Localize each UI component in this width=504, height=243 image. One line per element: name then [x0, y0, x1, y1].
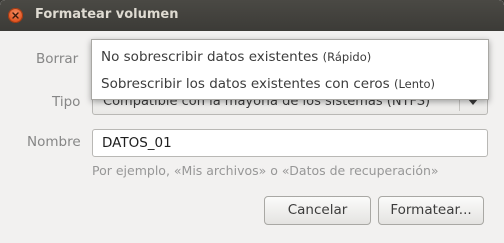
close-button[interactable] [8, 8, 23, 23]
name-input[interactable] [102, 135, 472, 151]
cancel-button[interactable]: Cancelar [264, 196, 371, 225]
erase-dropdown-menu: No sobrescribir datos existentes (Rápido… [91, 39, 489, 100]
format-button[interactable]: Formatear... [378, 196, 484, 225]
window-title: Formatear volumen [35, 7, 179, 22]
type-label: Tipo [52, 94, 81, 110]
menu-item-no-overwrite[interactable]: No sobrescribir datos existentes (Rápido… [101, 49, 371, 65]
format-volume-dialog: Formatear volumen Borrar Tipo Nombre Com… [0, 0, 504, 243]
menu-item-note: (Rápido) [322, 50, 372, 64]
erase-label: Borrar [36, 51, 79, 67]
menu-item-label: No sobrescribir datos existentes [101, 49, 319, 65]
name-label: Nombre [27, 134, 81, 150]
menu-item-label: Sobrescribir los datos existentes con ce… [101, 76, 390, 92]
name-hint: Por ejemplo, «Mis archivos» o «Datos de … [92, 163, 439, 178]
close-icon [12, 12, 19, 19]
menu-item-note: (Lento) [393, 77, 436, 91]
name-field[interactable] [92, 129, 488, 157]
menu-item-overwrite-zeros[interactable]: Sobrescribir los datos existentes con ce… [101, 76, 435, 92]
titlebar: Formatear volumen [0, 0, 504, 31]
